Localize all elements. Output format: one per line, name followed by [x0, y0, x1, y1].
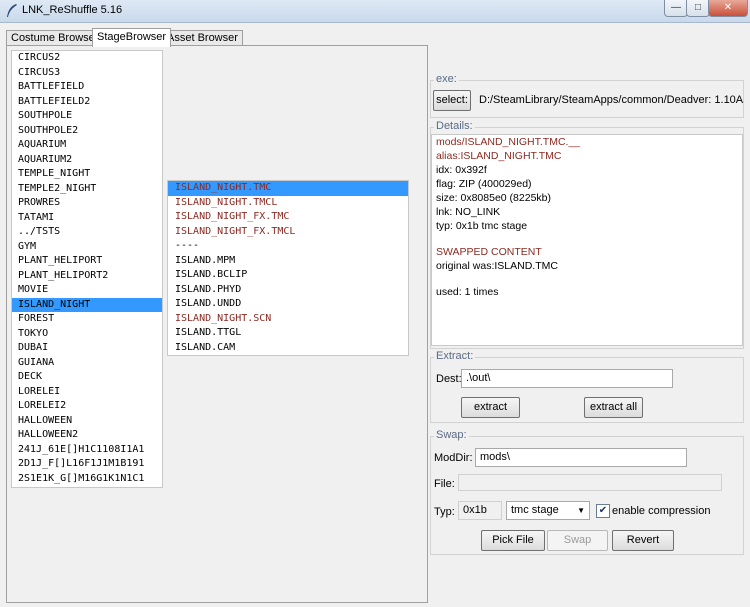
list-item[interactable]: CIRCUS2: [12, 51, 162, 66]
list-item[interactable]: ISLAND_NIGHT: [12, 297, 162, 312]
list-item[interactable]: ISLAND.PHYD: [168, 283, 408, 298]
swap-button[interactable]: Swap: [547, 530, 608, 551]
details-line: mods/ISLAND_NIGHT.TMC.__: [436, 136, 581, 148]
compression-label: enable compression: [612, 505, 711, 517]
extract-group-label: Extract:: [434, 350, 476, 362]
list-item[interactable]: ISLAND.CAM: [168, 341, 408, 356]
typ-value: 0x1b: [458, 501, 502, 520]
pick-file-button[interactable]: Pick File: [481, 530, 545, 551]
list-item[interactable]: ISLAND_NIGHT_FX.TMC: [168, 210, 408, 225]
details-line: original was:ISLAND.TMC: [436, 260, 558, 272]
minimize-button[interactable]: —: [664, 0, 688, 17]
details-line: lnk: NO_LINK: [436, 206, 501, 218]
list-item[interactable]: ----: [168, 239, 408, 254]
list-item[interactable]: 2S1E1K_G[]M16G1K1N1C1: [12, 472, 162, 487]
moddir-label: ModDir:: [434, 452, 473, 464]
chevron-down-icon: ▼: [577, 506, 585, 515]
details-line: idx: 0x392f: [436, 164, 487, 176]
exe-version: ver: 1.10A: [693, 94, 744, 106]
tab-asset-browser[interactable]: Asset Browser: [162, 30, 243, 46]
list-item[interactable]: GYM: [12, 240, 162, 255]
feather-icon: [7, 4, 17, 17]
select-exe-button[interactable]: select:: [433, 90, 471, 111]
details-line: used: 1 times: [436, 286, 499, 298]
list-item[interactable]: LORELEI: [12, 385, 162, 400]
typ-select[interactable]: tmc stage ▼: [506, 501, 590, 520]
list-item[interactable]: ISLAND.MPM: [168, 254, 408, 269]
maximize-button[interactable]: □: [686, 0, 710, 17]
details-line: SWAPPED CONTENT: [436, 246, 542, 258]
compression-checkbox[interactable]: ✔: [596, 504, 610, 518]
list-item[interactable]: ISLAND_NIGHT_FX.TMCL: [168, 225, 408, 240]
typ-label: Typ:: [434, 506, 455, 518]
swap-group-label: Swap:: [434, 429, 469, 441]
list-item[interactable]: TOKYO: [12, 327, 162, 342]
list-item[interactable]: LORELEI2: [12, 399, 162, 414]
details-line: [432, 273, 742, 285]
extract-button[interactable]: extract: [461, 397, 520, 418]
details-line: flag: ZIP (400029ed): [436, 178, 532, 190]
stage-list[interactable]: CIRCUS2 CIRCUS3 BATTLEFIELD BATTLEFIELD2 SOU…: [11, 50, 163, 488]
typ-select-value: tmc stage: [511, 504, 559, 516]
list-item[interactable]: ISLAND.UNDD: [168, 297, 408, 312]
list-item[interactable]: GUIANA: [12, 356, 162, 371]
file-label: File:: [434, 478, 455, 490]
list-item[interactable]: ISLAND.BCLIP: [168, 268, 408, 283]
list-item[interactable]: 2D1J_F[]L16F1J1M1B191: [12, 457, 162, 472]
list-item[interactable]: ISLAND_NIGHT.SCN: [168, 312, 408, 327]
file-input[interactable]: [458, 474, 722, 491]
list-item[interactable]: PLANT_HELIPORT: [12, 254, 162, 269]
list-item[interactable]: FOREST: [12, 312, 162, 327]
list-item[interactable]: PLANT_HELIPORT2: [12, 269, 162, 284]
extract-all-button[interactable]: extract all: [584, 397, 643, 418]
dest-label: Dest:: [436, 373, 462, 385]
close-button[interactable]: ✕: [708, 0, 748, 17]
details-text[interactable]: mods/ISLAND_NIGHT.TMC.__ alias:ISLAND_NIG…: [431, 134, 743, 346]
moddir-input[interactable]: mods\: [475, 448, 687, 467]
list-item[interactable]: DECK: [12, 370, 162, 385]
list-item[interactable]: AQUARIUM2: [12, 153, 162, 168]
check-icon: ✔: [598, 505, 608, 516]
details-line: alias:ISLAND_NIGHT.TMC: [436, 150, 562, 162]
list-item[interactable]: HALLOWEEN: [12, 414, 162, 429]
details-line: [432, 233, 742, 245]
exe-group-label: exe:: [434, 73, 459, 85]
window-title: LNK_ReShuffle 5.16: [22, 4, 123, 16]
details-group-label: Details:: [434, 120, 475, 132]
revert-button[interactable]: Revert: [612, 530, 674, 551]
title-bar: LNK_ReShuffle 5.16 — □ ✕: [0, 0, 750, 23]
tab-stage-browser[interactable]: StageBrowser: [92, 28, 172, 47]
details-line: typ: 0x1b tmc stage: [436, 220, 528, 232]
list-item[interactable]: TEMPLE2_NIGHT: [12, 182, 162, 197]
list-item[interactable]: AQUARIUM: [12, 138, 162, 153]
exe-path: D:/SteamLibrary/SteamApps/common/Dead: [479, 94, 693, 106]
tab-costume-browser[interactable]: Costume Browser: [6, 30, 104, 46]
list-item[interactable]: HALLOWEEN2: [12, 428, 162, 443]
list-item[interactable]: DUBAI: [12, 341, 162, 356]
list-item[interactable]: ../TSTS: [12, 225, 162, 240]
list-item[interactable]: SOUTHPOLE2: [12, 124, 162, 139]
list-item[interactable]: PROWRES: [12, 196, 162, 211]
list-item[interactable]: TEMPLE_NIGHT: [12, 167, 162, 182]
list-item[interactable]: SOUTHPOLE: [12, 109, 162, 124]
list-item[interactable]: ISLAND_NIGHT.TMC: [168, 181, 408, 196]
list-item[interactable]: TATAMI: [12, 211, 162, 226]
list-item[interactable]: 241J_61E[]H1C1108I1A1: [12, 443, 162, 458]
dest-input[interactable]: .\out\: [461, 369, 673, 388]
list-item[interactable]: BATTLEFIELD2: [12, 95, 162, 110]
list-item[interactable]: ISLAND_NIGHT.TMCL: [168, 196, 408, 211]
list-item[interactable]: BATTLEFIELD: [12, 80, 162, 95]
details-line: size: 0x8085e0 (8225kb): [436, 192, 551, 204]
list-item[interactable]: CIRCUS3: [12, 66, 162, 81]
list-item[interactable]: MOVIE: [12, 283, 162, 298]
file-list[interactable]: ISLAND_NIGHT.TMC ISLAND_NIGHT.TMCL ISLAND_…: [167, 180, 409, 356]
list-item[interactable]: ISLAND.TTGL: [168, 326, 408, 341]
